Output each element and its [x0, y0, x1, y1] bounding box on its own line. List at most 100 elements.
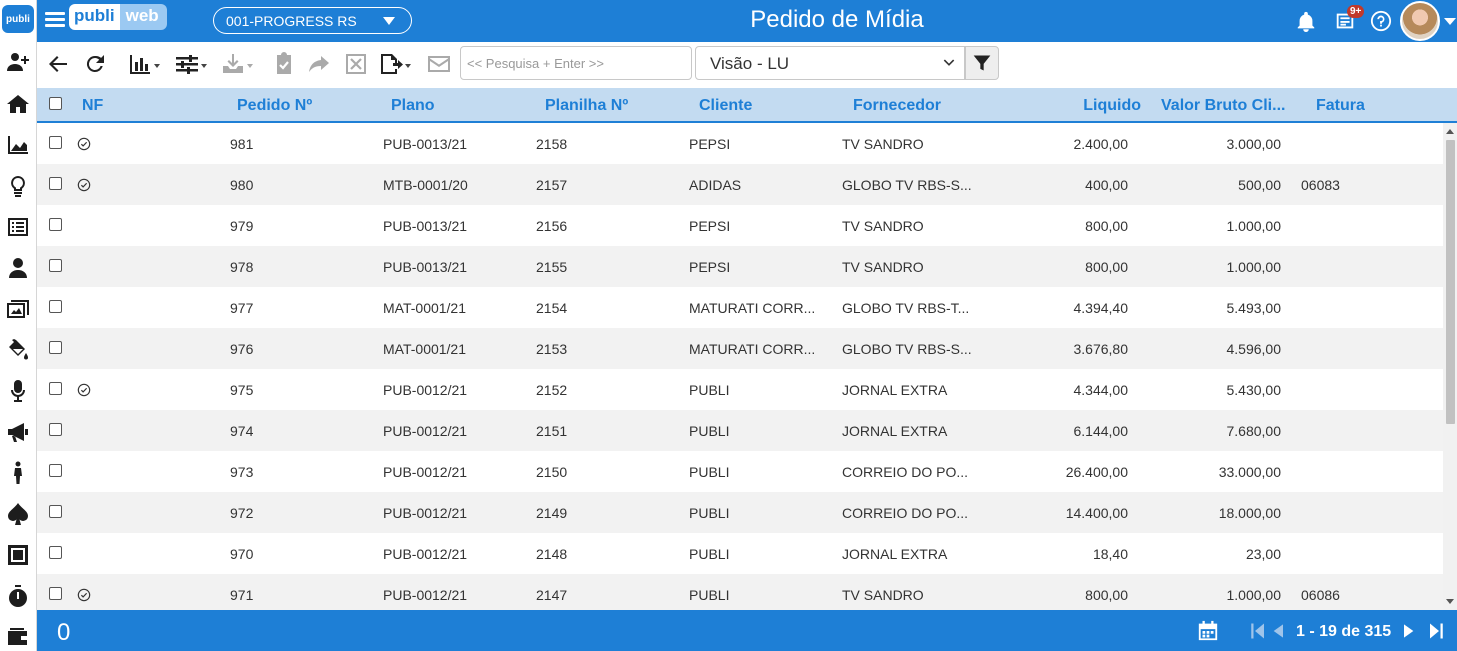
person-standing-icon[interactable]: [2, 457, 34, 489]
cell-liquido: 4.394,40: [1073, 300, 1129, 316]
megaphone-icon[interactable]: [2, 416, 34, 448]
cell-valor-bruto: 5.430,00: [1226, 382, 1282, 398]
scrollbar-thumb[interactable]: [1446, 140, 1455, 424]
column-header-pedido[interactable]: Pedido Nº: [237, 97, 312, 115]
column-header-liquido[interactable]: Liquido: [1037, 97, 1141, 115]
clipboard-check-icon[interactable]: [272, 51, 296, 77]
nf-check-icon: [77, 178, 91, 192]
avatar-chevron-down-icon[interactable]: [1444, 18, 1456, 25]
row-checkbox[interactable]: [49, 382, 62, 395]
square-icon[interactable]: [2, 539, 34, 571]
cell-liquido: 18,40: [1092, 546, 1128, 562]
company-select[interactable]: 001-PROGRESS RS: [213, 7, 412, 34]
chart-menu-icon[interactable]: [128, 51, 160, 77]
paint-bucket-icon[interactable]: [2, 334, 34, 366]
table-row[interactable]: 972 PUB-0012/21 2149 PUBLI CORREIO DO PO... 1…: [37, 492, 1443, 533]
column-header-planilha[interactable]: Planilha Nº: [545, 97, 628, 115]
column-header-plano[interactable]: Plano: [391, 97, 435, 115]
cell-fornecedor: TV SANDRO: [842, 218, 924, 234]
table-row[interactable]: 979 PUB-0013/21 2156 PEPSI TV SANDRO 800,00 1.…: [37, 205, 1443, 246]
list-icon[interactable]: [2, 211, 34, 243]
cell-pedido: 981: [230, 136, 254, 152]
cell-valor-bruto: 18.000,00: [1218, 505, 1281, 521]
cell-fornecedor: TV SANDRO: [842, 136, 924, 152]
row-checkbox[interactable]: [49, 300, 62, 313]
search-input[interactable]: [460, 46, 692, 80]
scroll-up-arrow-icon[interactable]: [1446, 129, 1454, 134]
cell-fornecedor: TV SANDRO: [842, 587, 924, 603]
sliders-menu-icon[interactable]: [175, 51, 207, 77]
table-row[interactable]: 974 PUB-0012/21 2151 PUBLI JORNAL EXTRA 6.144…: [37, 410, 1443, 451]
microphone-icon[interactable]: [2, 375, 34, 407]
nf-check-icon: [77, 383, 91, 397]
column-header-valor-bruto[interactable]: Valor Bruto Cli...: [1161, 97, 1296, 115]
top-bar: publi web 001-PROGRESS RS Pedido de Mídi…: [37, 0, 1457, 42]
email-icon[interactable]: [427, 51, 451, 77]
calendar-icon[interactable]: [1197, 620, 1219, 645]
cell-plano: PUB-0012/21: [383, 546, 468, 562]
table-row[interactable]: 981 PUB-0013/21 2158 PEPSI TV SANDRO 2.400,00…: [37, 123, 1443, 164]
cell-pedido: 973: [230, 464, 254, 480]
view-select[interactable]: Visão - LU: [695, 46, 965, 80]
table-row[interactable]: 977 MAT-0001/21 2154 MATURATI CORR... GLOBO …: [37, 287, 1443, 328]
table-row[interactable]: 973 PUB-0012/21 2150 PUBLI CORREIO DO PO... 2…: [37, 451, 1443, 492]
app-logo-text: publi: [6, 13, 30, 25]
add-user-icon[interactable]: [2, 46, 34, 78]
table-row[interactable]: 975 PUB-0012/21 2152 PUBLI JORNAL EXTRA 4.344…: [37, 369, 1443, 410]
table-row[interactable]: 971 PUB-0012/21 2147 PUBLI TV SANDRO 800,00 1.…: [37, 574, 1443, 610]
row-checkbox[interactable]: [49, 587, 62, 600]
table-row[interactable]: 980 MTB-0001/20 2157 ADIDAS GLOBO TV RBS-S..…: [37, 164, 1443, 205]
row-checkbox[interactable]: [49, 464, 62, 477]
cell-plano: PUB-0012/21: [383, 587, 468, 603]
media-icon[interactable]: [2, 293, 34, 325]
column-header-fornecedor[interactable]: Fornecedor: [853, 97, 941, 115]
stopwatch-icon[interactable]: [2, 580, 34, 612]
table-row[interactable]: 978 PUB-0013/21 2155 PEPSI TV SANDRO 800,00 1.…: [37, 246, 1443, 287]
lightbulb-icon[interactable]: [2, 170, 34, 202]
table-row[interactable]: 970 PUB-0012/21 2148 PUBLI JORNAL EXTRA 18,40…: [37, 533, 1443, 574]
row-checkbox[interactable]: [49, 423, 62, 436]
filter-button[interactable]: [965, 46, 999, 80]
select-all-checkbox[interactable]: [49, 97, 62, 110]
table-row[interactable]: 976 MAT-0001/21 2153 MATURATI CORR... GLOBO …: [37, 328, 1443, 369]
wallet-icon[interactable]: [2, 621, 34, 651]
hamburger-menu-icon[interactable]: [45, 9, 67, 31]
user-avatar[interactable]: [1400, 1, 1440, 41]
back-arrow-icon[interactable]: [46, 51, 70, 77]
spade-icon[interactable]: [2, 498, 34, 530]
download-icon[interactable]: [221, 51, 253, 77]
cell-liquido: 6.144,00: [1073, 423, 1129, 439]
previous-page-icon[interactable]: [1271, 622, 1287, 643]
cell-planilha: 2147: [536, 587, 568, 603]
bell-icon[interactable]: [1294, 8, 1318, 34]
row-checkbox[interactable]: [49, 546, 62, 559]
home-icon[interactable]: [2, 88, 34, 120]
row-checkbox[interactable]: [49, 505, 62, 518]
column-header-nf[interactable]: NF: [82, 97, 103, 115]
row-checkbox[interactable]: [49, 341, 62, 354]
last-page-icon[interactable]: [1427, 622, 1445, 643]
row-checkbox[interactable]: [49, 177, 62, 190]
refresh-icon[interactable]: [83, 51, 107, 77]
person-icon[interactable]: [2, 252, 34, 284]
column-header-fatura[interactable]: Fatura: [1316, 97, 1365, 115]
redo-icon[interactable]: [307, 51, 331, 77]
cell-plano: PUB-0013/21: [383, 259, 468, 275]
cell-pedido: 977: [230, 300, 254, 316]
row-checkbox[interactable]: [49, 136, 62, 149]
cell-pedido: 975: [230, 382, 254, 398]
cell-plano: PUB-0012/21: [383, 505, 468, 521]
cancel-box-icon[interactable]: [344, 51, 368, 77]
vertical-scrollbar[interactable]: [1443, 123, 1457, 610]
cell-planilha: 2154: [536, 300, 568, 316]
scroll-down-arrow-icon[interactable]: [1446, 599, 1454, 604]
area-chart-icon[interactable]: [2, 129, 34, 161]
help-icon[interactable]: [1369, 8, 1393, 34]
row-checkbox[interactable]: [49, 218, 62, 231]
export-icon[interactable]: [379, 51, 411, 77]
row-checkbox[interactable]: [49, 259, 62, 272]
column-header-cliente[interactable]: Cliente: [699, 97, 752, 115]
next-page-icon[interactable]: [1400, 622, 1416, 643]
app-logo[interactable]: publi: [2, 5, 34, 33]
first-page-icon[interactable]: [1249, 622, 1267, 643]
